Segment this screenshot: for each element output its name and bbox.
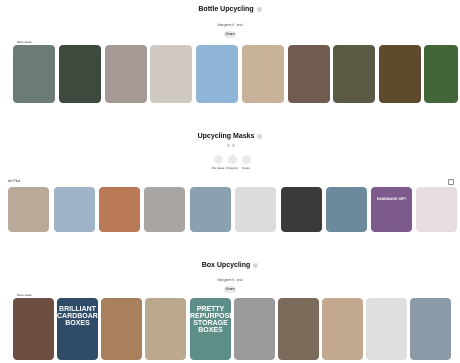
pin-blue-mask[interactable] <box>54 187 95 232</box>
boards-page: Bottle Upcycling Margaret K. and Share M… <box>0 0 460 363</box>
board-title-upcycling-masks[interactable]: Upcycling Masks <box>0 133 460 140</box>
board-title-box-upcycling[interactable]: Box Upcycling <box>0 262 460 269</box>
pin-caption: BRILLIANT CARDBOARD BOXES <box>57 306 98 327</box>
pin-bottle-wall-lights[interactable] <box>379 45 421 103</box>
more-ideas-label: More ideas <box>17 40 32 44</box>
pin-mask-bodice[interactable] <box>281 187 322 232</box>
pin-green-bottle-row[interactable] <box>424 45 458 103</box>
organize-icon[interactable] <box>228 155 237 164</box>
pin-white-bottle-set[interactable] <box>150 45 192 103</box>
pin-glass-bottle-crafts[interactable] <box>13 45 55 103</box>
row-label: Art Plus <box>8 179 21 183</box>
more-icon[interactable] <box>256 6 262 12</box>
share-button[interactable]: Share <box>224 31 236 38</box>
pin-caption: PRETTY REPURPOSED STORAGE BOXES <box>190 306 231 334</box>
pin-box-organizer[interactable] <box>278 298 319 360</box>
pin-twig-bottle[interactable] <box>333 45 375 103</box>
pin-floral-masks[interactable] <box>190 187 231 232</box>
board-collaborators: Margaret K. and <box>217 278 243 282</box>
pin-string-wrapped-bottle[interactable] <box>242 45 284 103</box>
pin-caption: HANDMADE GIFT <box>376 197 407 201</box>
pin-mask-pattern[interactable] <box>99 187 140 232</box>
mix-ideas-icon[interactable] <box>214 155 223 164</box>
pin-brilliant-cardboard-boxes[interactable]: BRILLIANT CARDBOARD BOXES <box>57 298 98 360</box>
pin-box-shelves[interactable] <box>145 298 186 360</box>
pin-green-bottle-lamp[interactable] <box>59 45 101 103</box>
pin-box-toy-shelf[interactable] <box>322 298 363 360</box>
pin-repurposed-storage-boxes[interactable]: PRETTY REPURPOSED STORAGE BOXES <box>190 298 231 360</box>
pin-box-storage-ideas[interactable] <box>410 298 451 360</box>
pin-mask-strap[interactable] <box>235 187 276 232</box>
pin-box-crafts-list[interactable] <box>13 298 54 360</box>
board-title-bottle-upcycling[interactable]: Bottle Upcycling <box>0 6 460 13</box>
collaborator-dots <box>225 144 237 148</box>
pin-bottle-on-table[interactable] <box>196 45 238 103</box>
more-ideas-label: More ideas <box>17 293 32 297</box>
pin-grey-box-tower[interactable] <box>234 298 275 360</box>
pin-mask-on-girl[interactable] <box>144 187 185 232</box>
tool-label-notes: Notes <box>242 166 250 170</box>
share-button[interactable]: Share <box>224 286 236 293</box>
grid-view-icon[interactable] <box>448 179 454 185</box>
pin-painted-bottles[interactable] <box>288 45 330 103</box>
board-collaborators: Margaret K. and <box>217 23 243 27</box>
pin-handmade-mask-banner[interactable]: HANDMADE GIFT <box>371 187 412 232</box>
more-icon[interactable] <box>253 262 259 268</box>
more-icon[interactable] <box>257 133 263 139</box>
pin-cardboard-drawer[interactable] <box>101 298 142 360</box>
pin-fabric-face-mask[interactable] <box>8 187 49 232</box>
pin-cube-shelf[interactable] <box>366 298 407 360</box>
notes-icon[interactable] <box>242 155 251 164</box>
pin-pink-mask-pile[interactable] <box>416 187 457 232</box>
pin-etched-bottle[interactable] <box>105 45 147 103</box>
pin-floral-mask-vase[interactable] <box>326 187 367 232</box>
